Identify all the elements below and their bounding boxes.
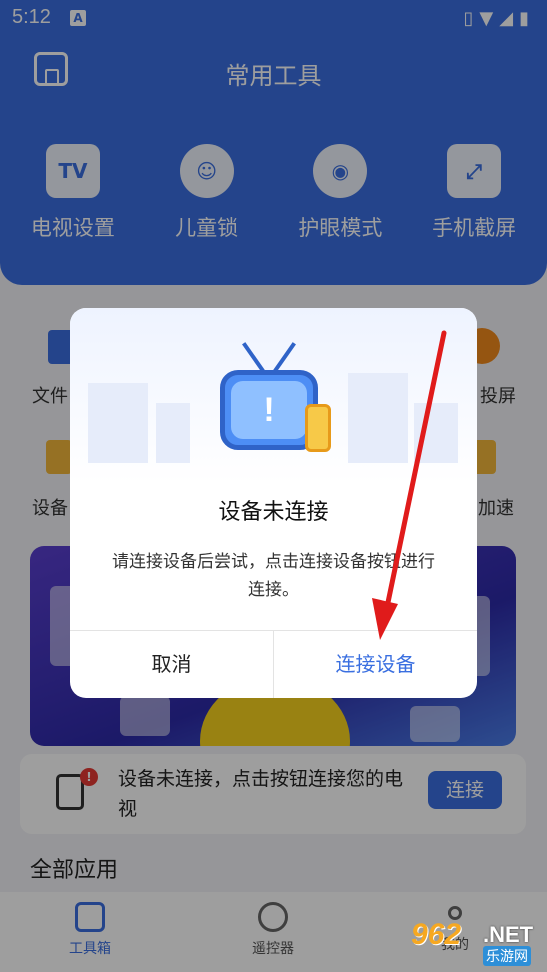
site-watermark: 962 .NET 乐游网 (411, 918, 541, 966)
arrow-shaft (383, 330, 447, 615)
watermark-number: 962 (411, 918, 462, 951)
watermark-sub: 乐游网 (483, 946, 531, 966)
annotation-arrow (372, 330, 447, 640)
watermark-domain: .NET (483, 922, 534, 947)
arrow-head (372, 598, 398, 640)
